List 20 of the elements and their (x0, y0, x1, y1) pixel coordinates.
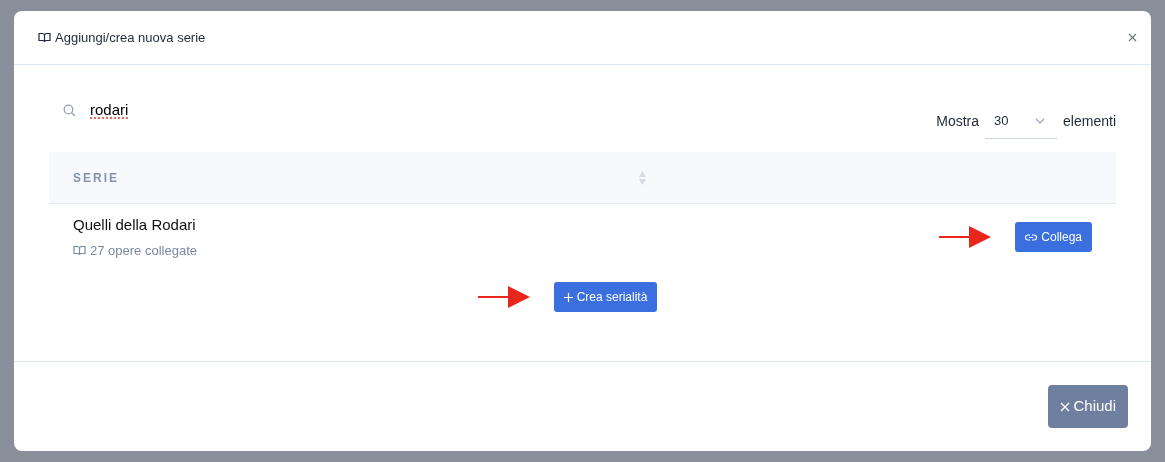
create-series-button[interactable]: Crea serialità (553, 282, 658, 312)
arrow-icon (477, 285, 530, 309)
series-name: Quelli della Rodari (73, 215, 197, 235)
close-button[interactable]: Chiudi (1048, 385, 1128, 428)
close-icon (1060, 401, 1071, 412)
items-label: elementi (1063, 111, 1116, 131)
close-icon[interactable] (1128, 33, 1137, 42)
search-icon (63, 103, 76, 117)
link-icon (1025, 233, 1038, 241)
page-size-select[interactable]: 30 (985, 103, 1058, 139)
column-header[interactable]: SERIE (73, 168, 639, 187)
link-button[interactable]: Collega (1015, 222, 1092, 252)
modal-title: Aggiungi/crea nuova serie (55, 28, 206, 47)
linked-works-count: 27 opere collegate (90, 241, 197, 260)
book-icon (38, 32, 51, 43)
show-label: Mostra (936, 111, 980, 131)
plus-icon (563, 292, 573, 302)
arrow-icon (939, 225, 992, 249)
book-icon (73, 244, 86, 256)
chevron-down-icon (1035, 117, 1046, 124)
